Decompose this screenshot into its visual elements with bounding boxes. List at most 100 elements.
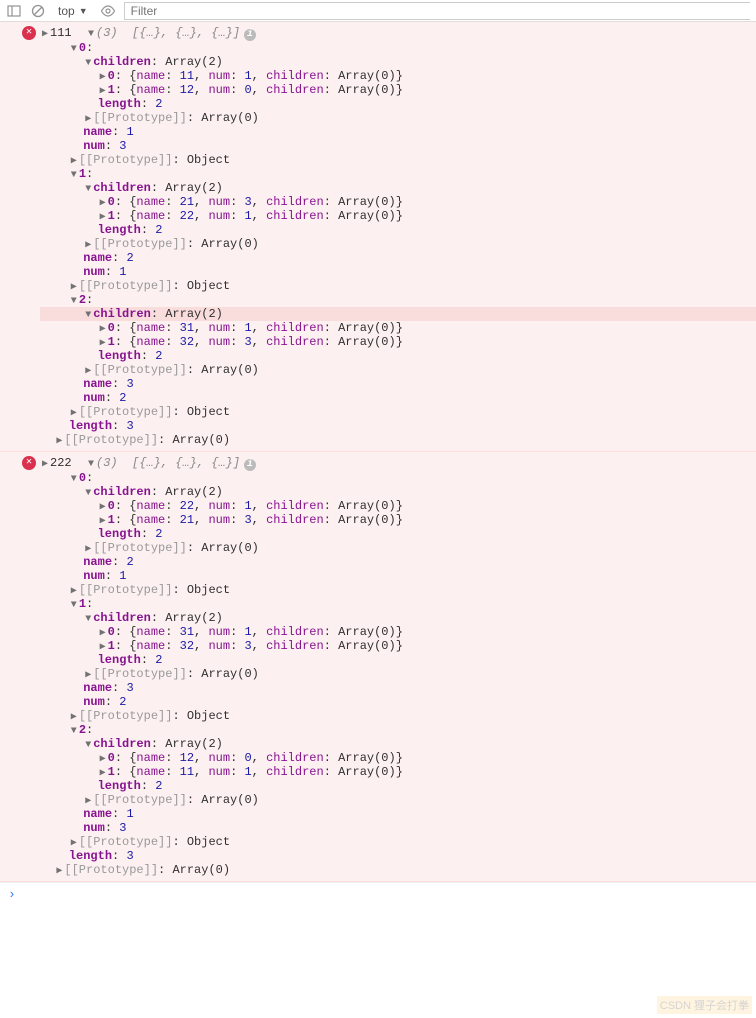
array-index-row[interactable]: 0: xyxy=(40,471,756,485)
disclosure-triangle-icon[interactable] xyxy=(83,184,93,195)
execution-context-selector[interactable]: top ▼ xyxy=(54,4,92,18)
prototype-row[interactable]: [[Prototype]]: Array(0) xyxy=(40,541,756,555)
child-entry-row[interactable]: 1: {name: 21, num: 3, children: Array(0)… xyxy=(40,513,756,527)
disclosure-triangle-icon[interactable] xyxy=(98,515,108,527)
disclosure-triangle-icon[interactable] xyxy=(69,296,79,307)
children-row[interactable]: children: Array(2) xyxy=(40,611,756,625)
array-index-row[interactable]: 2: xyxy=(40,293,756,307)
disclosure-triangle-icon[interactable] xyxy=(54,435,64,447)
disclosure-triangle-icon[interactable] xyxy=(69,407,79,419)
clear-console-icon[interactable] xyxy=(30,3,46,19)
children-row[interactable]: children: Array(2) xyxy=(40,485,756,499)
length-row: length: 3 xyxy=(40,419,756,433)
array-index-row[interactable]: 1: xyxy=(40,597,756,611)
info-icon[interactable]: i xyxy=(244,29,256,41)
children-row[interactable]: children: Array(2) xyxy=(40,181,756,195)
children-row[interactable]: children: Array(2) xyxy=(40,737,756,751)
sidebar-toggle-icon[interactable] xyxy=(6,3,22,19)
disclosure-triangle-icon[interactable] xyxy=(98,337,108,349)
disclosure-triangle-icon[interactable] xyxy=(83,543,93,555)
child-entry-row[interactable]: 0: {name: 31, num: 1, children: Array(0)… xyxy=(40,625,756,639)
disclosure-triangle-icon[interactable] xyxy=(69,155,79,167)
disclosure-triangle-icon[interactable] xyxy=(40,458,50,470)
disclosure-triangle-icon[interactable] xyxy=(98,197,108,209)
disclosure-triangle-icon[interactable] xyxy=(83,365,93,377)
disclosure-triangle-icon[interactable] xyxy=(69,585,79,597)
disclosure-triangle-icon[interactable] xyxy=(69,170,79,181)
length-row: length: 2 xyxy=(40,527,756,541)
disclosure-triangle-icon[interactable] xyxy=(83,740,93,751)
child-entry-row[interactable]: 1: {name: 11, num: 1, children: Array(0)… xyxy=(40,765,756,779)
length-row: length: 2 xyxy=(40,97,756,111)
disclosure-triangle-icon[interactable] xyxy=(69,44,79,55)
disclosure-triangle-icon[interactable] xyxy=(83,488,93,499)
num-row: num: 2 xyxy=(40,391,756,405)
disclosure-triangle-icon[interactable] xyxy=(83,310,93,321)
info-icon[interactable]: i xyxy=(244,459,256,471)
num-row: num: 2 xyxy=(40,695,756,709)
prototype-row[interactable]: [[Prototype]]: Array(0) xyxy=(40,793,756,807)
disclosure-triangle-icon[interactable] xyxy=(40,28,50,40)
disclosure-triangle-icon[interactable] xyxy=(69,281,79,293)
disclosure-triangle-icon[interactable] xyxy=(83,239,93,251)
child-entry-row[interactable]: 0: {name: 31, num: 1, children: Array(0)… xyxy=(40,321,756,335)
disclosure-triangle-icon[interactable] xyxy=(98,501,108,513)
child-entry-row[interactable]: 1: {name: 32, num: 3, children: Array(0)… xyxy=(40,639,756,653)
disclosure-triangle-icon[interactable] xyxy=(98,85,108,97)
prototype-row[interactable]: [[Prototype]]: Object xyxy=(40,279,756,293)
disclosure-triangle-icon[interactable] xyxy=(83,614,93,625)
disclosure-triangle-icon[interactable] xyxy=(69,837,79,849)
disclosure-triangle-icon[interactable] xyxy=(69,600,79,611)
array-index-row[interactable]: 2: xyxy=(40,723,756,737)
disclosure-triangle-icon[interactable] xyxy=(83,669,93,681)
disclosure-triangle-icon[interactable] xyxy=(98,71,108,83)
disclosure-triangle-icon[interactable] xyxy=(98,323,108,335)
disclosure-triangle-icon[interactable] xyxy=(98,211,108,223)
child-entry-row[interactable]: 0: {name: 21, num: 3, children: Array(0)… xyxy=(40,195,756,209)
child-entry-row[interactable]: 0: {name: 22, num: 1, children: Array(0)… xyxy=(40,499,756,513)
child-entry-row[interactable]: 0: {name: 12, num: 0, children: Array(0)… xyxy=(40,751,756,765)
length-row: length: 2 xyxy=(40,223,756,237)
array-index-row[interactable]: 1: xyxy=(40,167,756,181)
prototype-row[interactable]: [[Prototype]]: Array(0) xyxy=(40,667,756,681)
disclosure-triangle-icon[interactable] xyxy=(83,795,93,807)
disclosure-triangle-icon[interactable] xyxy=(69,711,79,723)
log-summary-row[interactable]: 111 (3) [{…}, {…}, {…}]i xyxy=(40,26,756,41)
console-prompt[interactable]: › xyxy=(0,882,756,906)
array-index-row[interactable]: 0: xyxy=(40,41,756,55)
prototype-row[interactable]: [[Prototype]]: Array(0) xyxy=(40,363,756,377)
name-row: name: 3 xyxy=(40,377,756,391)
children-row[interactable]: children: Array(2) xyxy=(40,307,756,321)
disclosure-triangle-icon[interactable] xyxy=(69,474,79,485)
child-entry-row[interactable]: 1: {name: 22, num: 1, children: Array(0)… xyxy=(40,209,756,223)
prototype-row[interactable]: [[Prototype]]: Array(0) xyxy=(40,433,756,447)
disclosure-triangle-icon[interactable] xyxy=(69,726,79,737)
prototype-row[interactable]: [[Prototype]]: Object xyxy=(40,835,756,849)
disclosure-triangle-icon[interactable] xyxy=(98,753,108,765)
prototype-row[interactable]: [[Prototype]]: Object xyxy=(40,153,756,167)
filter-input[interactable] xyxy=(131,4,744,18)
child-entry-row[interactable]: 1: {name: 12, num: 0, children: Array(0)… xyxy=(40,83,756,97)
disclosure-triangle-icon[interactable] xyxy=(86,29,96,40)
disclosure-triangle-icon[interactable] xyxy=(83,113,93,125)
child-entry-row[interactable]: 1: {name: 32, num: 3, children: Array(0)… xyxy=(40,335,756,349)
prototype-row[interactable]: [[Prototype]]: Array(0) xyxy=(40,863,756,877)
error-icon: ✕ xyxy=(22,456,36,470)
disclosure-triangle-icon[interactable] xyxy=(83,58,93,69)
prototype-row[interactable]: [[Prototype]]: Object xyxy=(40,583,756,597)
prototype-row[interactable]: [[Prototype]]: Array(0) xyxy=(40,111,756,125)
disclosure-triangle-icon[interactable] xyxy=(98,641,108,653)
prototype-row[interactable]: [[Prototype]]: Array(0) xyxy=(40,237,756,251)
num-row: num: 1 xyxy=(40,265,756,279)
live-expression-icon[interactable] xyxy=(100,3,116,19)
child-entry-row[interactable]: 0: {name: 11, num: 1, children: Array(0)… xyxy=(40,69,756,83)
disclosure-triangle-icon[interactable] xyxy=(54,865,64,877)
context-label: top xyxy=(58,4,75,18)
disclosure-triangle-icon[interactable] xyxy=(98,627,108,639)
prototype-row[interactable]: [[Prototype]]: Object xyxy=(40,709,756,723)
log-summary-row[interactable]: 222 (3) [{…}, {…}, {…}]i xyxy=(40,456,756,471)
prototype-row[interactable]: [[Prototype]]: Object xyxy=(40,405,756,419)
children-row[interactable]: children: Array(2) xyxy=(40,55,756,69)
disclosure-triangle-icon[interactable] xyxy=(86,459,96,470)
disclosure-triangle-icon[interactable] xyxy=(98,767,108,779)
